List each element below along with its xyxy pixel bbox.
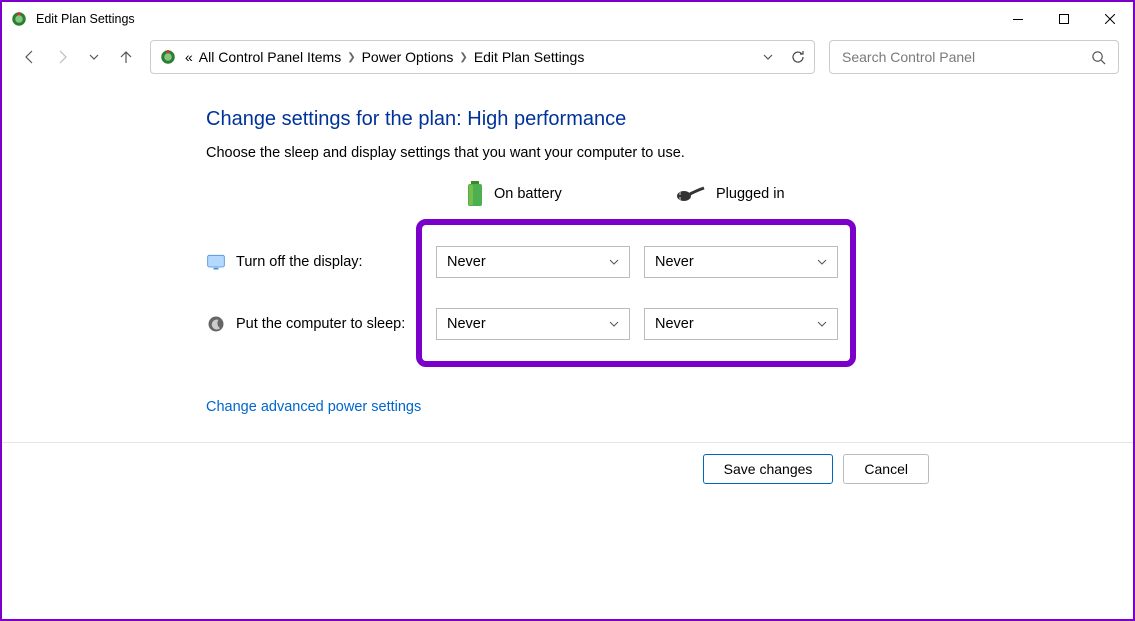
row-label-display: Turn off the display: (236, 254, 363, 270)
cancel-button[interactable]: Cancel (843, 454, 929, 484)
setting-row-sleep: Put the computer to sleep: Never Never (436, 299, 836, 349)
battery-icon (466, 181, 484, 207)
search-input[interactable] (842, 49, 1091, 65)
toolbar: « All Control Panel Items ❯ Power Option… (2, 36, 1133, 78)
advanced-settings-link[interactable]: Change advanced power settings (206, 399, 421, 415)
row-label-sleep: Put the computer to sleep: (236, 316, 405, 332)
chevron-right-icon: ❯ (347, 52, 355, 63)
up-button[interactable] (112, 43, 140, 71)
page-title: Change settings for the plan: High perfo… (206, 108, 1133, 131)
minimize-button[interactable] (995, 3, 1041, 35)
footer-separator (2, 442, 1133, 443)
breadcrumb: « All Control Panel Items ❯ Power Option… (185, 49, 584, 65)
breadcrumb-item[interactable]: All Control Panel Items (199, 49, 341, 65)
recent-dropdown[interactable] (80, 43, 108, 71)
column-label-battery: On battery (494, 186, 562, 202)
page-subtitle: Choose the sleep and display settings th… (206, 145, 1133, 161)
highlight-box: Turn off the display: Never Never Put th… (416, 219, 856, 367)
search-box[interactable] (829, 40, 1119, 74)
setting-row-display: Turn off the display: Never Never (436, 237, 836, 287)
chevron-down-icon (609, 257, 619, 267)
column-headers: On battery Plugged in (466, 181, 1133, 207)
select-display-plugged[interactable]: Never (644, 246, 838, 278)
sleep-icon (206, 314, 226, 334)
forward-button[interactable] (48, 43, 76, 71)
power-options-icon (10, 10, 28, 28)
breadcrumb-item[interactable]: Power Options (362, 49, 454, 65)
chevron-right-icon: ❯ (459, 52, 467, 63)
window-controls (995, 3, 1133, 35)
footer-buttons: Save changes Cancel (703, 454, 929, 484)
save-button[interactable]: Save changes (703, 454, 834, 484)
breadcrumb-prefix[interactable]: « (185, 49, 193, 65)
chevron-down-icon (817, 319, 827, 329)
chevron-down-icon (609, 319, 619, 329)
window-title: Edit Plan Settings (36, 12, 135, 26)
address-bar[interactable]: « All Control Panel Items ❯ Power Option… (150, 40, 815, 74)
select-display-battery[interactable]: Never (436, 246, 630, 278)
breadcrumb-item[interactable]: Edit Plan Settings (474, 49, 585, 65)
power-options-icon (159, 48, 177, 66)
column-label-plugged: Plugged in (716, 186, 785, 202)
plug-icon (676, 184, 706, 204)
maximize-button[interactable] (1041, 3, 1087, 35)
chevron-down-icon[interactable] (762, 51, 774, 63)
select-sleep-plugged[interactable]: Never (644, 308, 838, 340)
refresh-icon[interactable] (790, 49, 806, 65)
content: Change settings for the plan: High perfo… (2, 78, 1133, 416)
select-sleep-battery[interactable]: Never (436, 308, 630, 340)
search-icon[interactable] (1091, 50, 1106, 65)
titlebar: Edit Plan Settings (2, 2, 1133, 36)
display-icon (206, 252, 226, 272)
chevron-down-icon (817, 257, 827, 267)
close-button[interactable] (1087, 3, 1133, 35)
back-button[interactable] (16, 43, 44, 71)
